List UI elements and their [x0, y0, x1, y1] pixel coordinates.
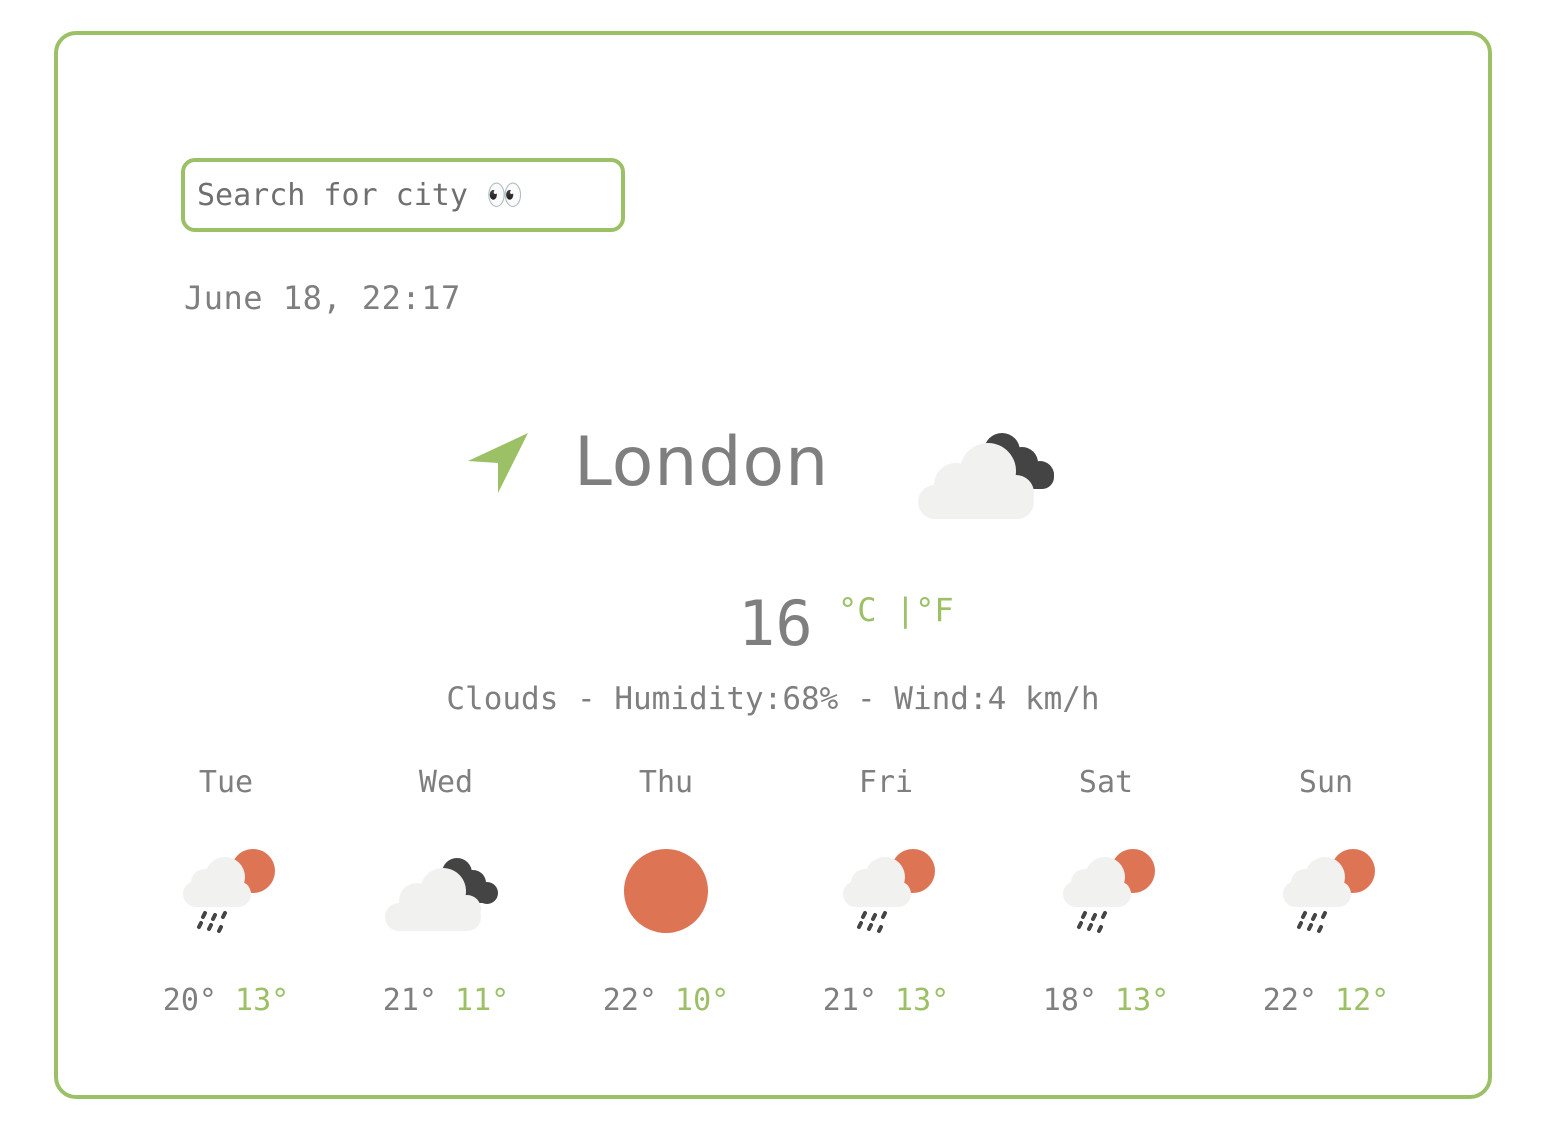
weather-card: June 18, 22:17 London 16 °C |°F Clouds -… — [54, 31, 1492, 1099]
unit-toggle: °C |°F — [838, 591, 954, 629]
forecast-day: Fri 21° 13° — [776, 761, 996, 1021]
forecast-day: Wed 21° 11° — [336, 761, 556, 1021]
forecast-low: 12° — [1335, 983, 1390, 1018]
cloudy-icon — [918, 433, 1054, 519]
forecast-day: Sun 22° 12° — [1216, 761, 1436, 1021]
forecast-temps: 18° 13° — [996, 983, 1216, 1018]
forecast-day-name: Tue — [198, 765, 254, 800]
celsius-toggle[interactable]: °C — [838, 591, 877, 629]
forecast-temps: 20° 13° — [116, 983, 336, 1018]
forecast-day-name: Sat — [1078, 765, 1134, 800]
forecast-low: 13° — [235, 983, 290, 1018]
forecast-high: 22° — [1262, 983, 1317, 1018]
forecast-high: 20° — [162, 983, 217, 1018]
forecast-day: Sat 18° 13° — [996, 761, 1216, 1021]
forecast-high: 18° — [1042, 983, 1097, 1018]
forecast-temps: 22° 12° — [1216, 983, 1436, 1018]
forecast-low: 10° — [675, 983, 730, 1018]
forecast-low: 11° — [455, 983, 510, 1018]
rain-sun-icon — [1283, 849, 1375, 933]
forecast-low: 13° — [895, 983, 950, 1018]
forecast-temps: 22° 10° — [556, 983, 776, 1018]
rain-sun-icon — [1063, 849, 1155, 933]
location-arrow-icon[interactable] — [464, 431, 534, 497]
forecast-high: 21° — [382, 983, 437, 1018]
forecast-temps: 21° 13° — [776, 983, 996, 1018]
search-box[interactable] — [181, 158, 625, 232]
forecast-day: Tue 20° 13° — [116, 761, 336, 1021]
sun-icon — [624, 849, 708, 933]
forecast-day-name: Fri — [858, 765, 914, 800]
forecast-day-name: Thu — [638, 765, 694, 800]
forecast-temps: 21° 11° — [336, 983, 556, 1018]
fahrenheit-toggle[interactable]: °F — [915, 591, 954, 629]
search-input[interactable] — [197, 177, 617, 213]
city-name: London — [574, 423, 830, 502]
rain-sun-icon — [183, 849, 275, 933]
rain-sun-icon — [843, 849, 935, 933]
current-temperature: 16 — [738, 587, 813, 660]
forecast-row: Tue 20° 13° Wed 21° 11° Thu 22° 10° Fri … — [116, 761, 1436, 1021]
forecast-day-name: Wed — [418, 765, 474, 800]
forecast-high: 22° — [602, 983, 657, 1018]
forecast-day: Thu 22° 10° — [556, 761, 776, 1021]
current-datetime: June 18, 22:17 — [184, 279, 461, 317]
unit-separator: | — [895, 591, 916, 629]
forecast-day-name: Sun — [1298, 765, 1354, 800]
forecast-low: 13° — [1115, 983, 1170, 1018]
cloudy-icon — [385, 858, 498, 931]
weather-details: Clouds - Humidity:68% - Wind:4 km/h — [446, 681, 1100, 717]
forecast-high: 21° — [822, 983, 877, 1018]
